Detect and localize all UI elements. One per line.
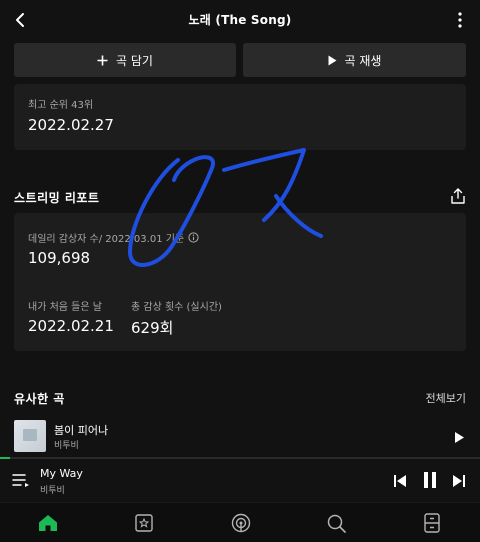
nav-storage[interactable] (422, 513, 442, 533)
first-listen-value: 2022.02.21 (28, 317, 114, 335)
add-song-button[interactable]: 곡 담기 (14, 43, 236, 77)
add-song-label: 곡 담기 (116, 53, 153, 68)
more-options-button[interactable] (452, 8, 468, 32)
info-icon[interactable] (188, 232, 199, 243)
streaming-report-title: 스트리밍 리포트 (14, 191, 100, 205)
streaming-report-card: 데일리 감상자 수/ 2022.03.01 기준 109,698 내가 처음 들… (14, 213, 466, 351)
nav-home[interactable] (38, 513, 58, 533)
library-icon (135, 514, 153, 532)
search-icon (327, 514, 346, 533)
nav-search[interactable] (326, 513, 346, 533)
podcast-icon (231, 513, 251, 533)
daily-listeners-label: 데일리 감상자 수/ 2022.03.01 기준 (28, 234, 185, 245)
plus-icon (97, 55, 108, 65)
storage-icon (424, 513, 440, 533)
total-plays-label: 총 감상 횟수 (실시간) (131, 302, 222, 313)
play-song-label: 곡 재생 (344, 53, 382, 68)
similar-songs-title: 유사한 곡 (14, 392, 65, 406)
bottom-navigation (0, 502, 480, 542)
album-art-thumbnail (14, 420, 46, 452)
play-icon (455, 432, 464, 443)
skip-next-icon (453, 475, 465, 487)
first-listen-label: 내가 처음 들은 날 (28, 302, 102, 313)
mini-player[interactable]: My Way 비투비 (0, 459, 480, 501)
playlist-queue-button[interactable] (12, 472, 30, 488)
track-play-button[interactable] (454, 429, 468, 443)
next-button[interactable] (452, 473, 466, 487)
top-bar: 노래 (The Song) (0, 0, 480, 40)
playlist-icon (12, 474, 29, 487)
track-artist: 비투비 (54, 441, 79, 451)
pause-button[interactable] (422, 471, 438, 489)
peak-rank-label: 최고 순위 43위 (28, 100, 94, 111)
play-song-button[interactable]: 곡 재생 (243, 43, 466, 77)
home-icon (39, 515, 57, 531)
nav-library[interactable] (134, 513, 154, 533)
previous-button[interactable] (393, 473, 407, 487)
more-vertical-icon (458, 12, 462, 28)
nav-podcast[interactable] (231, 513, 251, 533)
track-title: 봄이 피어나 (54, 424, 109, 437)
peak-rank-date: 2022.02.27 (28, 116, 114, 134)
peak-rank-card: 최고 순위 43위 2022.02.27 (14, 84, 466, 150)
pause-icon (424, 472, 436, 488)
daily-listeners-header: 데일리 감상자 수/ 2022.03.01 기준 (28, 230, 199, 245)
page-title: 노래 (The Song) (188, 13, 292, 27)
share-icon (451, 188, 465, 204)
share-button[interactable] (450, 187, 466, 205)
play-icon (328, 55, 337, 65)
skip-previous-icon (394, 475, 406, 487)
now-playing-artist: 비투비 (40, 486, 65, 496)
similar-track-row[interactable]: 봄이 피어나 비투비 (0, 416, 480, 456)
daily-listeners-value: 109,698 (28, 249, 91, 267)
now-playing-title: My Way (40, 467, 83, 480)
total-plays-value: 629회 (131, 319, 174, 337)
see-all-link[interactable]: 전체보기 (426, 390, 466, 406)
